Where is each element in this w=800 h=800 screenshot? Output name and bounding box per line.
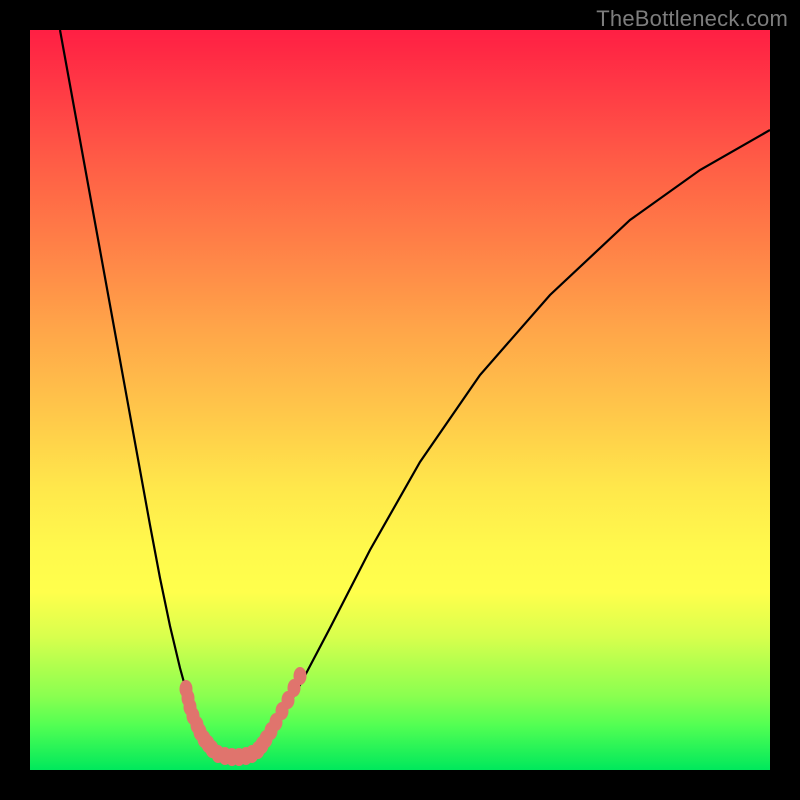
chart-frame: TheBottleneck.com [0, 0, 800, 800]
watermark-text: TheBottleneck.com [596, 6, 788, 32]
data-point [294, 667, 307, 685]
bottleneck-curve [60, 30, 770, 758]
plot-area [30, 30, 770, 770]
data-points [180, 667, 307, 766]
curve-svg [30, 30, 770, 770]
